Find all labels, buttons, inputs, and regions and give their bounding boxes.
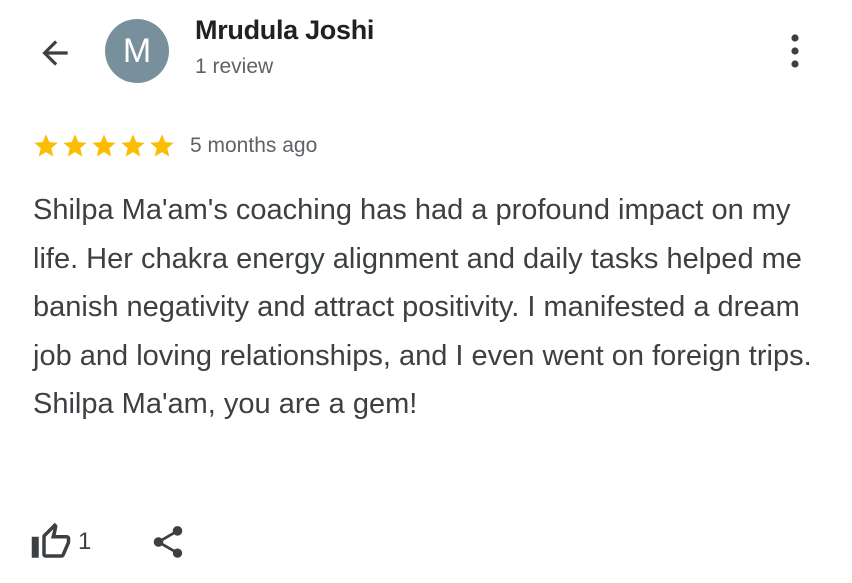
star-icon [63,134,87,157]
more-vertical-icon [791,34,799,68]
thumbs-up-icon [31,522,71,558]
more-options-button[interactable] [774,28,816,74]
star-rating [32,132,176,160]
back-button[interactable] [30,28,80,78]
review-count: 1 review [195,55,274,78]
star-icon [92,134,116,157]
arrow-left-icon [42,40,68,66]
star-icon [150,134,174,157]
share-icon [154,526,183,558]
share-button[interactable] [149,523,187,561]
like-button[interactable]: 1 [30,521,91,563]
avatar-letter: M [122,31,152,70]
review-actions: 1 [30,518,187,566]
avatar[interactable]: M [105,19,169,83]
star-icon [121,134,145,157]
reviewer-name[interactable]: Mrudula Joshi [195,15,374,46]
review-time: 5 months ago [190,134,318,157]
review-text: Shilpa Ma'am's coaching has had a profou… [33,194,812,420]
star-icon [34,134,58,157]
rating-row: 5 months ago [32,131,317,161]
like-count: 1 [78,528,92,555]
